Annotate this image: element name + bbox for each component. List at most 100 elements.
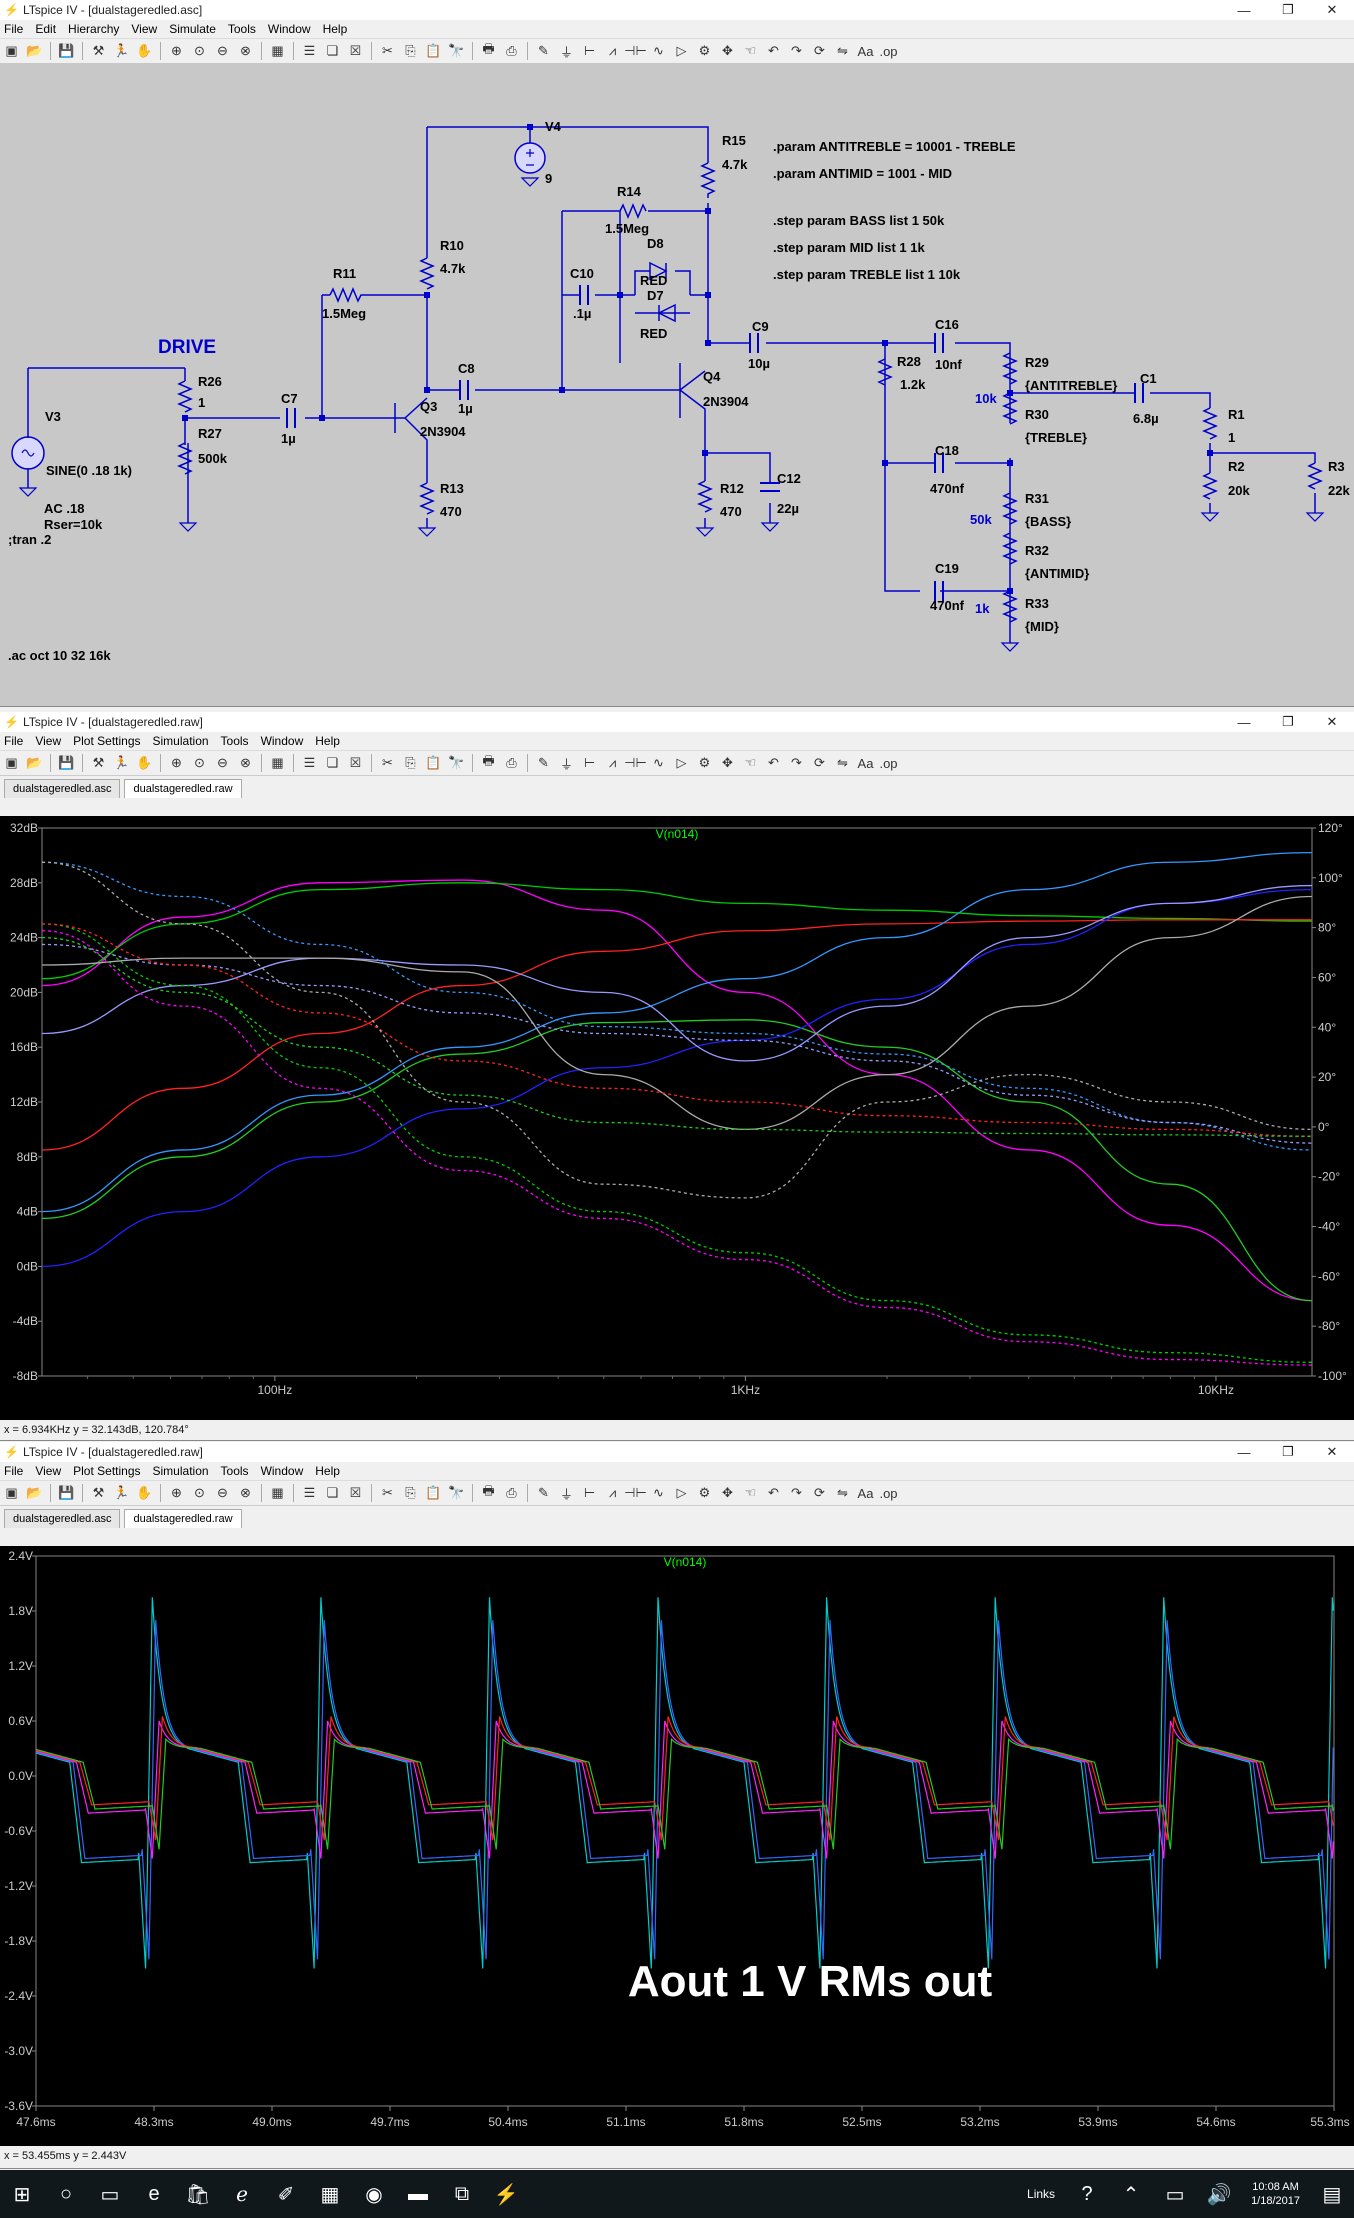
new-schematic-icon[interactable]: ▣ — [3, 755, 20, 772]
diode-icon[interactable]: ▷ — [673, 1485, 690, 1502]
restore-icon[interactable]: ❐ — [1266, 1444, 1310, 1460]
print-icon[interactable]: 🖶 — [480, 1483, 497, 1502]
new-schematic-icon[interactable]: ▣ — [3, 43, 20, 60]
ground-icon[interactable]: ⏚ — [558, 43, 575, 60]
zoom-fit-icon[interactable]: ⊗ — [237, 755, 254, 772]
rotate-icon[interactable]: ⟳ — [811, 43, 828, 60]
label-icon[interactable]: ⊢ — [581, 43, 598, 60]
minimize-icon[interactable]: — — [1222, 715, 1266, 730]
wire-icon[interactable]: ✎ — [535, 755, 552, 772]
restore-icon[interactable]: ❐ — [1266, 714, 1310, 730]
menu-file[interactable]: File — [4, 22, 23, 36]
tray-chevron-icon[interactable]: ⌃ — [1109, 2172, 1153, 2216]
paste-icon[interactable]: 📋 — [425, 43, 442, 60]
task-view-icon[interactable]: ▭ — [88, 2172, 132, 2216]
print-setup-icon[interactable]: ⎙ — [503, 1485, 520, 1502]
close-icon[interactable]: ✕ — [1310, 2, 1354, 18]
find-icon[interactable]: 🔭 — [448, 1485, 465, 1502]
menu-window[interactable]: Window — [261, 734, 304, 748]
resistor-icon[interactable]: ⩘ — [604, 43, 621, 60]
tile-horizontal-icon[interactable]: ☰ — [301, 1485, 318, 1502]
copy-icon[interactable]: ⎘ — [402, 43, 419, 60]
open-icon[interactable]: 📂 — [26, 1485, 43, 1502]
control-panel-icon[interactable]: ⚒ — [90, 755, 107, 772]
transient-plot-canvas[interactable]: 2.4V 1.8V 1.2V 0.6V 0.0V -0.6V -1.2V -1.8V -2.4V… — [0, 1546, 1354, 2146]
menu-tools[interactable]: Tools — [221, 734, 249, 748]
undo-icon[interactable]: ↶ — [765, 1485, 782, 1502]
open-icon[interactable]: 📂 — [26, 43, 43, 60]
open-icon[interactable]: 📂 — [26, 755, 43, 772]
undo-icon[interactable]: ↶ — [765, 755, 782, 772]
menu-tools[interactable]: Tools — [228, 22, 256, 36]
component-icon[interactable]: ⚙ — [696, 43, 713, 60]
redo-icon[interactable]: ↷ — [788, 755, 805, 772]
wire-icon[interactable]: ✎ — [535, 43, 552, 60]
tile-horizontal-icon[interactable]: ☰ — [301, 43, 318, 60]
ground-icon[interactable]: ⏚ — [558, 755, 575, 772]
paste-icon[interactable]: 📋 — [425, 755, 442, 772]
menu-window[interactable]: Window — [268, 22, 311, 36]
close-icon[interactable]: ✕ — [1310, 714, 1354, 730]
zoom-out-icon[interactable]: ⊖ — [214, 43, 231, 60]
rotate-icon[interactable]: ⟳ — [811, 755, 828, 772]
minimize-icon[interactable]: — — [1222, 3, 1266, 18]
redo-icon[interactable]: ↷ — [788, 43, 805, 60]
save-icon[interactable]: 💾 — [58, 755, 75, 772]
menu-tools[interactable]: Tools — [221, 1464, 249, 1478]
spice-directive-icon[interactable]: .op — [879, 1485, 897, 1502]
save-icon[interactable]: 💾 — [58, 43, 75, 60]
text-icon[interactable]: Aa — [857, 1485, 874, 1502]
mirror-icon[interactable]: ⇋ — [834, 755, 851, 772]
resistor-icon[interactable]: ⩘ — [604, 755, 621, 772]
menu-hierarchy[interactable]: Hierarchy — [68, 22, 119, 36]
spice-directive-icon[interactable]: .op — [879, 43, 897, 60]
menu-help[interactable]: Help — [315, 734, 340, 748]
wire-icon[interactable]: ✎ — [535, 1485, 552, 1502]
print-setup-icon[interactable]: ⎙ — [503, 43, 520, 60]
ground-icon[interactable]: ⏚ — [558, 1485, 575, 1502]
find-icon[interactable]: 🔭 — [448, 43, 465, 60]
menu-file[interactable]: File — [4, 734, 23, 748]
zoom-fit-icon[interactable]: ⊗ — [237, 43, 254, 60]
menu-help[interactable]: Help — [315, 1464, 340, 1478]
folder-icon[interactable]: ▬ — [396, 2172, 440, 2216]
drag-icon[interactable]: ☜ — [742, 43, 759, 60]
inductor-icon[interactable]: ∿ — [650, 43, 667, 60]
close-window-icon[interactable]: ☒ — [347, 755, 364, 772]
menu-edit[interactable]: Edit — [35, 22, 56, 36]
zoom-fit-icon[interactable]: ⊗ — [237, 1485, 254, 1502]
close-window-icon[interactable]: ☒ — [347, 1485, 364, 1502]
capacitor-icon[interactable]: ⊣⊢ — [624, 1485, 647, 1502]
save-icon[interactable]: 💾 — [58, 1485, 75, 1502]
menu-plot-settings[interactable]: Plot Settings — [73, 734, 140, 748]
tab-schematic[interactable]: dualstageredled.asc — [4, 779, 121, 798]
drag-icon[interactable]: ☜ — [742, 755, 759, 772]
tile-horizontal-icon[interactable]: ☰ — [301, 755, 318, 772]
copy-icon[interactable]: ⎘ — [402, 1485, 419, 1502]
zoom-pan-icon[interactable]: ⊙ — [191, 1485, 208, 1502]
diode-icon[interactable]: ▷ — [673, 43, 690, 60]
menu-simulate[interactable]: Simulate — [169, 22, 216, 36]
menu-help[interactable]: Help — [323, 22, 348, 36]
network-icon[interactable]: ▭ — [1153, 2172, 1197, 2216]
print-icon[interactable]: 🖶 — [480, 41, 497, 60]
mirror-icon[interactable]: ⇋ — [834, 43, 851, 60]
tab-schematic[interactable]: dualstageredled.asc — [4, 1509, 121, 1528]
zoom-in-icon[interactable]: ⊕ — [168, 755, 185, 772]
start-icon[interactable]: ⊞ — [0, 2172, 44, 2216]
calculator-icon[interactable]: ▦ — [308, 2172, 352, 2216]
links-toolbar[interactable]: Links — [1027, 2187, 1055, 2201]
ltspice-taskbar-icon[interactable]: ⚡ — [484, 2172, 528, 2216]
move-icon[interactable]: ✥ — [719, 1485, 736, 1502]
zoom-in-icon[interactable]: ⊕ — [168, 1485, 185, 1502]
label-icon[interactable]: ⊢ — [581, 755, 598, 772]
menu-simulation[interactable]: Simulation — [153, 1464, 209, 1478]
cut-icon[interactable]: ✂ — [379, 43, 396, 60]
run-icon[interactable]: 🏃 — [113, 43, 130, 60]
menu-plot-settings[interactable]: Plot Settings — [73, 1464, 140, 1478]
pan-icon[interactable]: ✋ — [136, 755, 153, 772]
run-icon[interactable]: 🏃 — [113, 1485, 130, 1502]
text-icon[interactable]: Aa — [857, 43, 874, 60]
app-icon[interactable]: ◉ — [352, 2172, 396, 2216]
menu-simulation[interactable]: Simulation — [153, 734, 209, 748]
